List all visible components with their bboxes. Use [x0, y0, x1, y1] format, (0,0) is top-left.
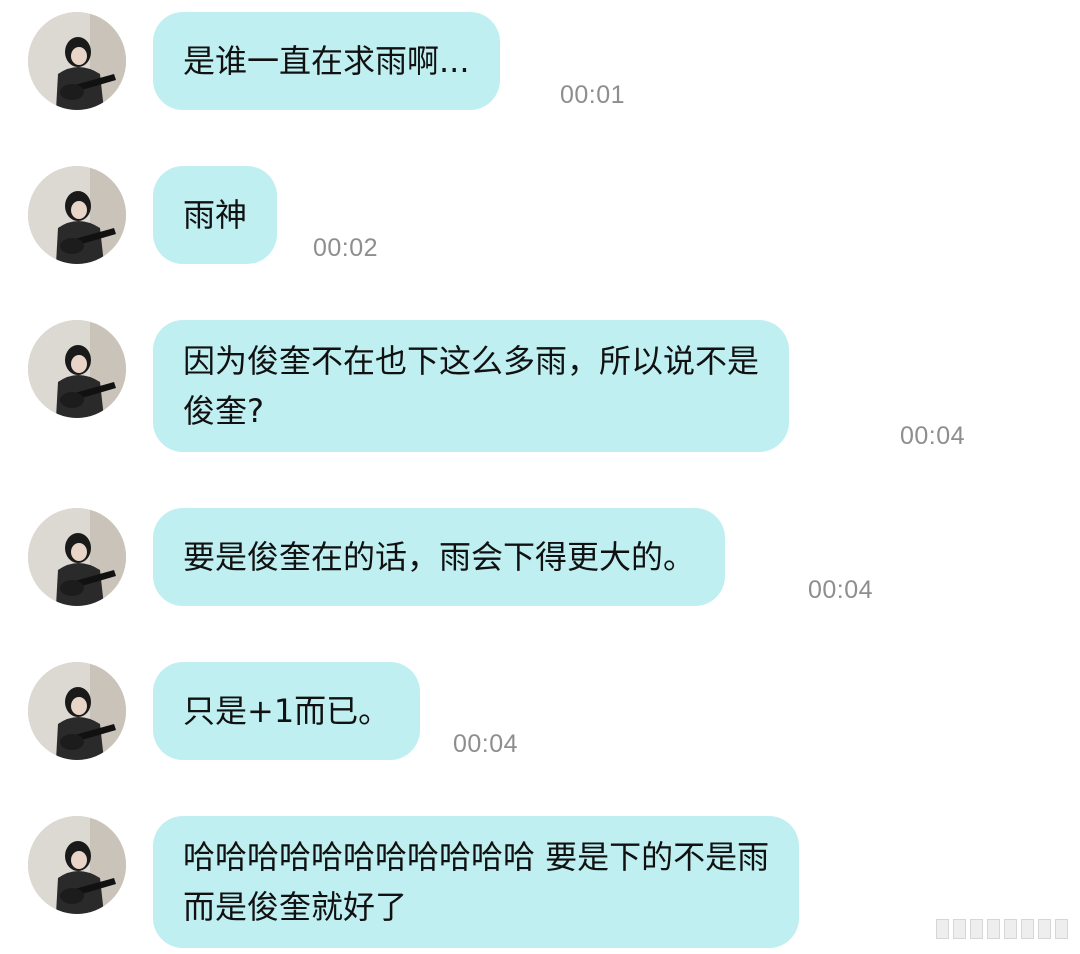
message-text: 俊奎? — [183, 392, 264, 430]
avatar[interactable] — [28, 12, 126, 110]
avatar[interactable] — [28, 816, 126, 914]
message-bubble[interactable]: 是谁一直在求雨啊... — [153, 12, 500, 110]
watermark-icon — [908, 916, 1068, 942]
avatar[interactable] — [28, 166, 126, 264]
message-bubble[interactable]: 雨神 — [153, 166, 278, 264]
message-text: 是谁一直在求雨啊... — [183, 42, 470, 80]
message-timestamp: 00:02 — [313, 234, 379, 262]
message-text: 雨神 — [183, 196, 248, 234]
message-text: 只是+1而已。 — [183, 692, 391, 730]
message-text: 哈哈哈哈哈哈哈哈哈哈哈 要是下的不是雨 — [183, 838, 770, 876]
message-text: 而是俊奎就好了 — [183, 888, 408, 926]
avatar-photo-icon — [28, 166, 126, 264]
message-text: 要是俊奎在的话，雨会下得更大的。 — [183, 538, 696, 576]
message-text: 因为俊奎不在也下这么多雨，所以说不是 — [183, 342, 760, 380]
watermark-block — [1021, 919, 1034, 939]
watermark-block — [936, 919, 949, 939]
message-bubble[interactable]: 哈哈哈哈哈哈哈哈哈哈哈 要是下的不是雨 而是俊奎就好了 — [153, 816, 800, 948]
avatar-photo-icon — [28, 508, 126, 606]
watermark-block — [987, 919, 1000, 939]
watermark-block — [1004, 919, 1017, 939]
message-timestamp: 00:04 — [453, 730, 519, 758]
avatar[interactable] — [28, 662, 126, 760]
watermark-block — [1055, 919, 1068, 939]
message-bubble[interactable]: 因为俊奎不在也下这么多雨，所以说不是 俊奎? — [153, 320, 790, 452]
avatar[interactable] — [28, 320, 126, 418]
message-timestamp: 00:04 — [808, 576, 874, 604]
watermark-block — [970, 919, 983, 939]
watermark-block — [1038, 919, 1051, 939]
message-timestamp: 00:01 — [560, 81, 626, 109]
message-bubble[interactable]: 要是俊奎在的话，雨会下得更大的。 — [153, 508, 726, 606]
avatar[interactable] — [28, 508, 126, 606]
avatar-photo-icon — [28, 320, 126, 418]
avatar-photo-icon — [28, 12, 126, 110]
avatar-photo-icon — [28, 662, 126, 760]
avatar-photo-icon — [28, 816, 126, 914]
message-bubble[interactable]: 只是+1而已。 — [153, 662, 421, 760]
watermark-block — [953, 919, 966, 939]
message-timestamp: 00:04 — [900, 422, 966, 450]
